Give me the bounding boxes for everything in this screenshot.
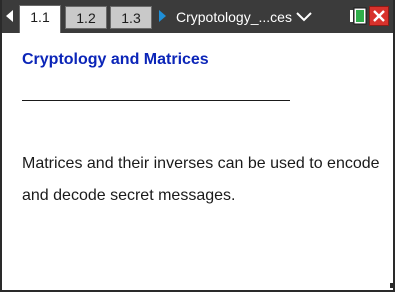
- body-paragraph: Matrices and their inverses can be used …: [22, 155, 380, 204]
- page-title: Cryptology and Matrices: [22, 51, 209, 68]
- scroll-indicator: [390, 283, 393, 288]
- battery-icon: [350, 7, 367, 25]
- calculator-screen: 1.1 1.2 1.3 Crypotology_...ces Cryptolog…: [0, 0, 395, 292]
- tab-1-2[interactable]: 1.2: [65, 6, 107, 29]
- next-page-icon[interactable]: [159, 10, 166, 22]
- tab-1-3[interactable]: 1.3: [110, 6, 152, 29]
- tab-bar: 1.1 1.2 1.3 Crypotology_...ces: [2, 0, 393, 33]
- chevron-down-icon[interactable]: [296, 12, 312, 22]
- close-icon: [373, 10, 385, 22]
- close-button[interactable]: [369, 6, 389, 26]
- previous-page-icon[interactable]: [6, 10, 13, 22]
- document-title[interactable]: Crypotology_...ces: [176, 6, 292, 28]
- title-divider: [22, 100, 290, 101]
- tab-1-1[interactable]: 1.1: [19, 5, 61, 33]
